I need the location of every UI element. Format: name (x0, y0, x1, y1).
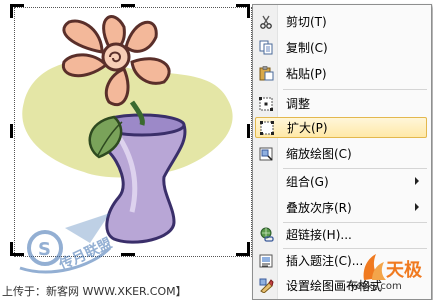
brand-name: 天极 (386, 260, 423, 281)
order-icon (258, 200, 274, 216)
resize-handle-left[interactable] (10, 124, 13, 138)
copy-icon (258, 40, 274, 56)
brand-url: yesky.com (350, 281, 402, 292)
menu-item-hyperlink[interactable]: 超链接(H)... (255, 224, 427, 245)
menu-item-label: 叠放次序(R) (286, 201, 352, 215)
menu-item-label: 缩放绘图(C) (286, 147, 352, 161)
menu-item-label: 组合(G) (286, 175, 329, 189)
menu-item-paste[interactable]: 粘贴(P) (255, 63, 427, 84)
group-icon (258, 174, 274, 190)
menu-separator (283, 248, 427, 249)
adjust-icon (258, 96, 274, 112)
scissors-icon (258, 14, 274, 30)
expand-icon (259, 120, 275, 136)
paste-icon (258, 66, 274, 82)
menu-item-label: 复制(C) (286, 41, 328, 55)
menu-item-label: 扩大(P) (287, 121, 328, 135)
hyperlink-icon (258, 227, 274, 243)
menu-item-copy[interactable]: 复制(C) (255, 37, 427, 58)
menu-item-label: 超链接(H)... (286, 228, 352, 242)
upload-credit: 上传于：新客网 WWW.XKER.COM】 (2, 285, 187, 298)
caption-icon (258, 253, 274, 269)
drawing-canvas[interactable]: S 传月联盟 上传于：新客网 WWW.XKER.COM】 (0, 0, 262, 300)
menu-item-label: 插入题注(C)... (286, 254, 364, 268)
submenu-arrow-icon (415, 177, 419, 185)
watermark-logo: S 传月联盟 (19, 213, 115, 274)
menu-item-cut[interactable]: 剪切(T) (255, 11, 427, 32)
menu-item-group[interactable]: 组合(G) (255, 171, 427, 192)
menu-separator (283, 89, 427, 90)
format-canvas-icon (258, 278, 274, 294)
menu-item-adjust[interactable]: 调整 (255, 93, 427, 114)
resize-handle-top-left-v[interactable] (10, 4, 13, 18)
watermark-text: 传月联盟 (56, 235, 115, 274)
menu-separator (283, 168, 427, 169)
menu-item-scale-drawing[interactable]: 缩放绘图(C) (255, 143, 427, 164)
brand-logo: 天极 (363, 254, 423, 281)
menu-item-label: 粘贴(P) (286, 67, 327, 81)
svg-text:S: S (38, 239, 51, 260)
menu-separator (283, 222, 427, 223)
menu-item-label: 调整 (286, 97, 311, 111)
menu-item-label: 剪切(T) (286, 15, 327, 29)
menu-item-expand[interactable]: 扩大(P) (255, 117, 427, 138)
submenu-arrow-icon (415, 203, 419, 211)
menu-item-order[interactable]: 叠放次序(R) (255, 197, 427, 218)
scale-drawing-icon (258, 146, 274, 162)
